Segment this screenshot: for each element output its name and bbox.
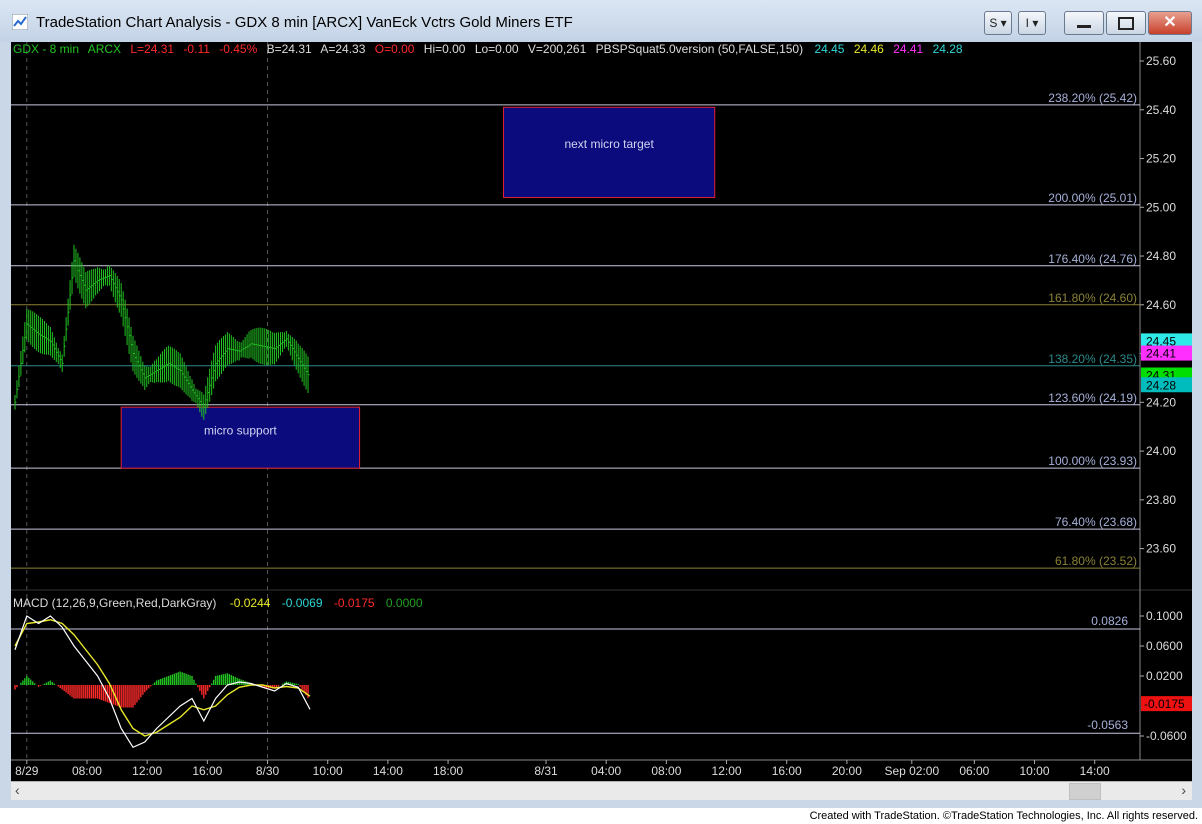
time-tick-label: 8/30 — [256, 764, 280, 778]
fib-level-label: 100.00% (23.93) — [1048, 454, 1137, 468]
time-tick-label: 14:00 — [1080, 764, 1110, 778]
time-tick-label: Sep 02:00 — [884, 764, 939, 778]
macd-tick-label: -0.0600 — [1146, 729, 1187, 743]
price-badge-label: 24.41 — [1146, 347, 1176, 361]
scroll-left-icon[interactable]: ‹ — [15, 782, 20, 798]
scroll-right-icon[interactable]: › — [1181, 782, 1186, 798]
macd-value: -0.0244 — [230, 596, 271, 610]
macd-label: MACD (12,26,9,Green,Red,DarkGray) — [13, 596, 216, 610]
price-tick-label: 25.20 — [1146, 152, 1176, 166]
next-micro-target-label: next micro target — [564, 137, 654, 151]
time-axis: 8/29 08:00 12:00 16:00 8/30 10:00 14:00 18:00 8/… — [15, 760, 1110, 778]
macd-level-label: -0.0563 — [1087, 718, 1128, 732]
header-line: GDX - 8 min ARCX L=24.31 -0.11 -0.45% B=… — [13, 42, 963, 56]
time-tick-label: 12:00 — [712, 764, 742, 778]
macd-badge-label: -0.0175 — [1144, 697, 1185, 711]
price-tick-label: 24.20 — [1146, 395, 1176, 409]
price-tick-label: 24.80 — [1146, 249, 1176, 263]
time-tick-label: 10:00 — [1020, 764, 1050, 778]
macd-tick-label: 0.0200 — [1146, 669, 1183, 683]
open-price: O=0.00 — [375, 42, 415, 56]
bid-price: B=24.31 — [267, 42, 312, 56]
fib-level-label: 161.80% (24.60) — [1048, 291, 1137, 305]
macd-header: MACD (12,26,9,Green,Red,DarkGray) -0.024… — [13, 596, 423, 610]
fib-level-label: 61.80% (23.52) — [1055, 554, 1137, 568]
time-tick-label: 12:00 — [132, 764, 162, 778]
footer-credit: Created with TradeStation. ©TradeStation… — [809, 810, 1198, 822]
chart-canvas: 238.20% (25.42) 200.00% (25.01) 176.40% (2… — [11, 42, 1192, 778]
time-tick-label: 14:00 — [373, 764, 403, 778]
pct-change: -0.45% — [219, 42, 257, 56]
indicator-value-3: 24.41 — [893, 42, 923, 56]
volume: V=200,261 — [528, 42, 587, 56]
price-tick-label: 24.60 — [1146, 298, 1176, 312]
indicator-name: PBSPSquat5.0version (50,FALSE,150) — [596, 42, 803, 56]
micro-support-box[interactable] — [120, 406, 361, 469]
time-tick-label: 16:00 — [772, 764, 802, 778]
time-tick-label: 20:00 — [832, 764, 862, 778]
macd-diff-value: -0.0175 — [334, 596, 375, 610]
symbol-label: GDX - 8 min — [13, 42, 79, 56]
macd-level-label: 0.0826 — [1091, 614, 1128, 628]
time-tick-label: 08:00 — [72, 764, 102, 778]
macd-pane: 0.0826 -0.0563 — [11, 614, 1140, 749]
ask-price: A=24.33 — [320, 42, 365, 56]
time-tick-label: 06:00 — [959, 764, 989, 778]
fib-level-label: 200.00% (25.01) — [1048, 191, 1137, 205]
micro-support-label: micro support — [204, 424, 277, 438]
time-tick-label: 18:00 — [433, 764, 463, 778]
price-tick-label: 23.80 — [1146, 493, 1176, 507]
indicator-value-1: 24.45 — [814, 42, 844, 56]
price-tick-label: 25.60 — [1146, 54, 1176, 68]
price-tick-label: 25.00 — [1146, 200, 1176, 214]
price-tick-label: 24.00 — [1146, 444, 1176, 458]
time-tick-label: 08:00 — [651, 764, 681, 778]
indicator-value-2: 24.46 — [854, 42, 884, 56]
macd-signal-line — [14, 619, 311, 737]
fib-level-label: 238.20% (25.42) — [1048, 91, 1137, 105]
scroll-thumb[interactable] — [1069, 783, 1101, 800]
time-tick-label: 10:00 — [313, 764, 343, 778]
price-badge-label: 24.28 — [1146, 378, 1176, 392]
macd-zero-value: 0.0000 — [386, 596, 423, 610]
price-bars — [14, 244, 310, 420]
macd-tick-label: 0.0600 — [1146, 639, 1183, 653]
last-price: L=24.31 — [130, 42, 174, 56]
fib-level-label: 176.40% (24.76) — [1048, 252, 1137, 266]
annotation-boxes: next micro target micro support — [120, 106, 716, 469]
footer: Created with TradeStation. ©TradeStation… — [0, 808, 1202, 824]
fib-level-label: 76.40% (23.68) — [1055, 515, 1137, 529]
net-change: -0.11 — [183, 42, 210, 56]
time-tick-label: 16:00 — [192, 764, 222, 778]
time-tick-label: 04:00 — [591, 764, 621, 778]
price-axis-ticks: 25.6025.4025.2025.0024.8024.6024.4024.20… — [1140, 54, 1187, 743]
exchange-label: ARCX — [88, 42, 121, 56]
horizontal-scrollbar[interactable]: ‹ › — [11, 781, 1192, 800]
low-price: Lo=0.00 — [475, 42, 519, 56]
price-badges: 24.4524.4124.3124.28-0.0175 — [1141, 333, 1192, 712]
time-tick-label: 8/29 — [15, 764, 39, 778]
next-micro-target-box[interactable] — [503, 106, 716, 199]
high-price: Hi=0.00 — [424, 42, 466, 56]
chart-window: TradeStation Chart Analysis - GDX 8 min … — [0, 0, 1202, 808]
fib-level-label: 138.20% (24.35) — [1048, 352, 1137, 366]
price-tick-label: 25.40 — [1146, 103, 1176, 117]
macd-tick-label: 0.1000 — [1146, 609, 1183, 623]
macd-signal-value: -0.0069 — [282, 596, 323, 610]
fib-level-label: 123.60% (24.19) — [1048, 391, 1137, 405]
indicator-value-4: 24.28 — [933, 42, 963, 56]
time-tick-label: 8/31 — [534, 764, 558, 778]
price-tick-label: 23.60 — [1146, 542, 1176, 556]
